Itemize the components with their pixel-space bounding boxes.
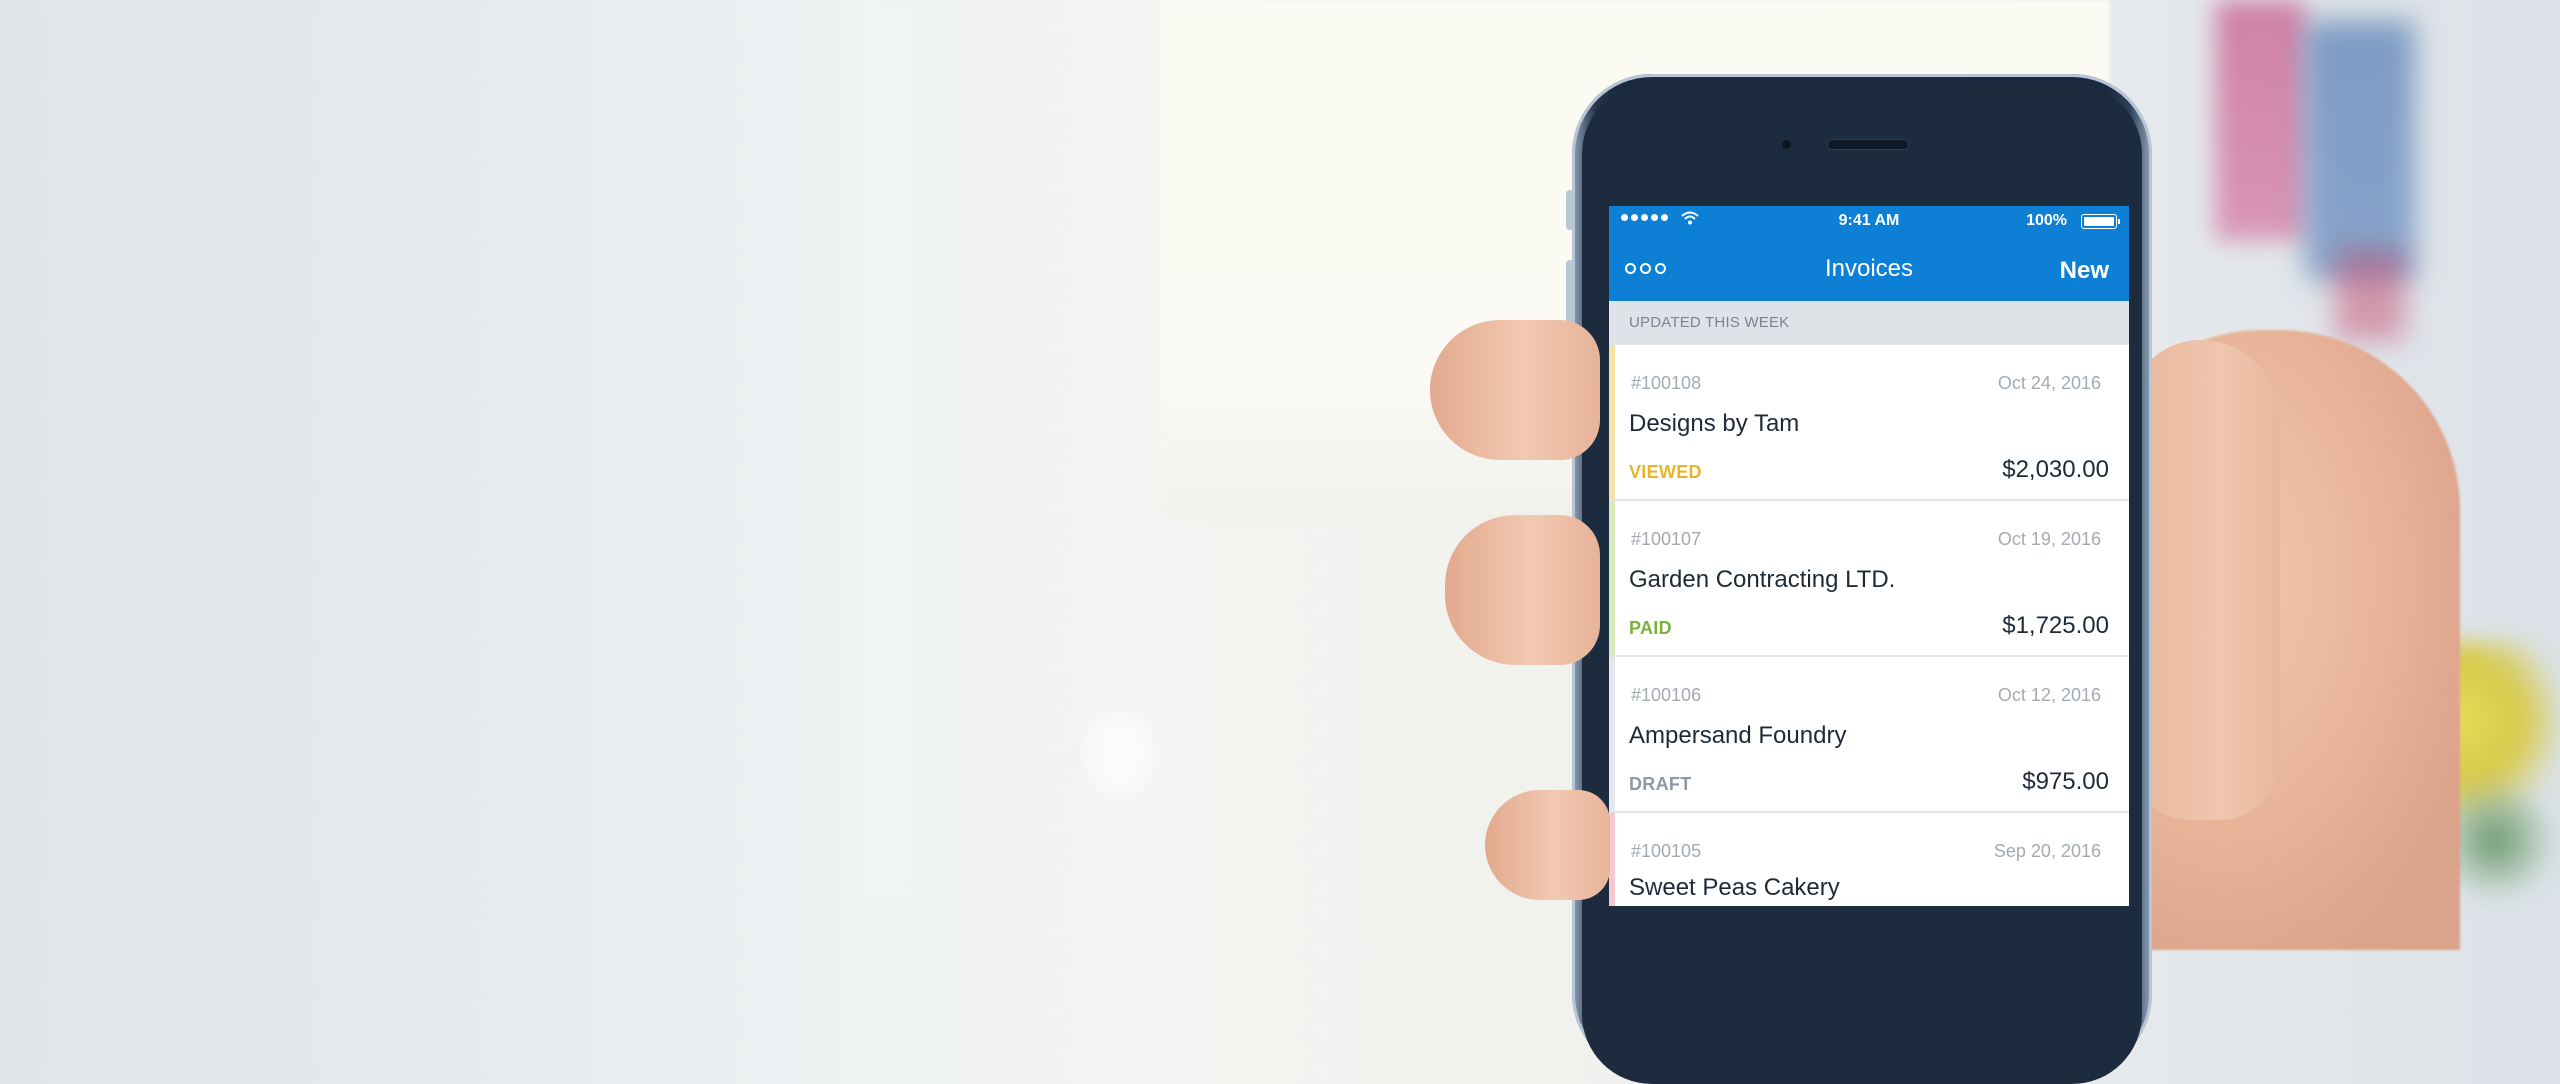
hand-finger: [1430, 320, 1600, 460]
invoice-client: Sweet Peas Cakery: [1629, 874, 1840, 901]
earpiece-speaker: [1827, 139, 1909, 150]
invoice-date: Oct 19, 2016: [1997, 529, 2101, 549]
battery-icon: [2081, 214, 2120, 229]
invoice-number: #100106: [1631, 685, 1702, 705]
hand-finger: [1485, 790, 1610, 900]
invoice-number: #100105: [1631, 841, 1702, 861]
hand-thumb: [2130, 340, 2280, 820]
hand-finger: [1445, 515, 1600, 665]
invoice-number: #100108: [1631, 373, 1702, 393]
phone-screen: 9:41 AM 100% Invoices New UPDATED THIS W…: [1609, 206, 2129, 906]
status-bar: 9:41 AM 100%: [1609, 206, 2129, 235]
status-strip: [1609, 345, 1615, 499]
invoice-row[interactable]: #100108 Oct 24, 2016 Designs by Tam VIEW…: [1609, 345, 2129, 501]
invoice-row[interactable]: #100106 Oct 12, 2016 Ampersand Foundry D…: [1609, 657, 2129, 813]
invoice-amount: $975.00: [2022, 768, 2109, 795]
invoice-amount: $1,725.00: [2002, 612, 2109, 639]
invoice-status: VIEWED: [1629, 462, 1702, 482]
status-strip: [1609, 657, 1615, 811]
background-poster: [2215, 0, 2305, 240]
invoice-date: Sep 20, 2016: [1993, 841, 2101, 861]
section-header: UPDATED THIS WEEK: [1609, 301, 2129, 345]
status-strip: [1609, 501, 1615, 655]
new-invoice-button[interactable]: New: [2060, 257, 2109, 285]
nav-bar: Invoices New: [1609, 235, 2129, 301]
invoice-row[interactable]: #100105 Sep 20, 2016 Sweet Peas Cakery: [1609, 813, 2129, 906]
invoice-row[interactable]: #100107 Oct 19, 2016 Garden Contracting …: [1609, 501, 2129, 657]
invoice-client: Ampersand Foundry: [1629, 722, 1847, 749]
invoice-client: Garden Contracting LTD.: [1629, 566, 1896, 593]
page-title: Invoices: [1824, 255, 1914, 282]
background-poster: [2335, 250, 2405, 340]
invoice-status: PAID: [1629, 618, 1672, 638]
invoice-status: DRAFT: [1629, 774, 1692, 794]
background-glass: [1085, 710, 1155, 800]
invoice-date: Oct 24, 2016: [1997, 373, 2101, 393]
battery-percentage: 100%: [2026, 212, 2067, 229]
invoice-amount: $2,030.00: [2002, 456, 2109, 483]
background-poster: [2305, 20, 2415, 280]
invoice-client: Designs by Tam: [1629, 410, 1800, 437]
invoice-date: Oct 12, 2016: [1997, 685, 2101, 705]
invoice-number: #100107: [1631, 529, 1702, 549]
background-panel: [860, 0, 940, 900]
front-camera: [1782, 140, 1791, 149]
